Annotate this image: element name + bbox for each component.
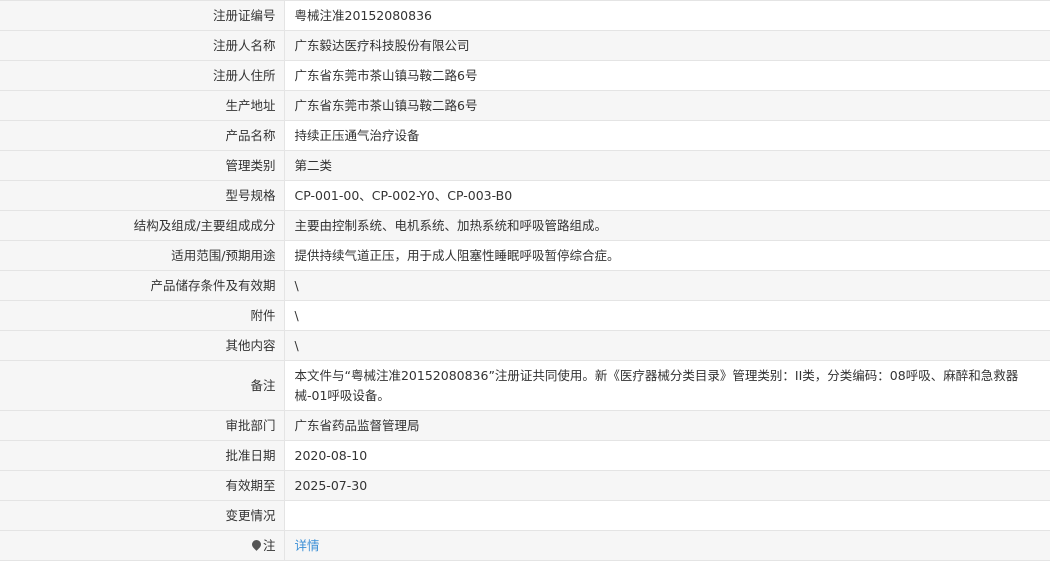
- field-label: 附件: [0, 300, 285, 331]
- row-approval-department: 审批部门 广东省药品监督管理局: [0, 410, 1050, 441]
- row-attachments: 附件 \: [0, 300, 1050, 331]
- field-label: 产品储存条件及有效期: [0, 270, 285, 301]
- field-value: 广东省东莞市茶山镇马鞍二路6号: [284, 90, 1050, 121]
- field-value: [284, 500, 1050, 531]
- field-value: 主要由控制系统、电机系统、加热系统和呼吸管路组成。: [284, 210, 1050, 241]
- row-note: 注 详情: [0, 530, 1050, 561]
- row-storage-conditions: 产品储存条件及有效期 \: [0, 270, 1050, 301]
- field-label: 注册人名称: [0, 30, 285, 61]
- field-value: 提供持续气道正压，用于成人阻塞性睡眠呼吸暂停综合症。: [284, 240, 1050, 271]
- field-value: \: [284, 330, 1050, 361]
- field-label: 适用范围/预期用途: [0, 240, 285, 271]
- field-value: 持续正压通气治疗设备: [284, 120, 1050, 151]
- field-label: 管理类别: [0, 150, 285, 181]
- field-label: 备注: [0, 360, 285, 411]
- field-label: 结构及组成/主要组成成分: [0, 210, 285, 241]
- field-label: 生产地址: [0, 90, 285, 121]
- row-registrant-name: 注册人名称 广东毅达医疗科技股份有限公司: [0, 30, 1050, 61]
- note-label: 注: [262, 537, 276, 553]
- field-label: 注册人住所: [0, 60, 285, 91]
- field-value: 第二类: [284, 150, 1050, 181]
- field-value: 详情: [284, 530, 1050, 561]
- field-label: 变更情况: [0, 500, 285, 531]
- field-value: 2020-08-10: [284, 440, 1050, 471]
- row-model-spec: 型号规格 CP-001-00、CP-002-Y0、CP-003-B0: [0, 180, 1050, 211]
- field-label: 注册证编号: [0, 0, 285, 31]
- field-value: 广东省药品监督管理局: [284, 410, 1050, 441]
- row-registration-number: 注册证编号 粤械注准20152080836: [0, 0, 1050, 31]
- row-change-status: 变更情况: [0, 500, 1050, 531]
- field-value: 广东省东莞市茶山镇马鞍二路6号: [284, 60, 1050, 91]
- field-label: 有效期至: [0, 470, 285, 501]
- row-valid-until: 有效期至 2025-07-30: [0, 470, 1050, 501]
- registration-detail-table: 注册证编号 粤械注准20152080836 注册人名称 广东毅达医疗科技股份有限…: [0, 0, 1050, 561]
- field-label: 其他内容: [0, 330, 285, 361]
- field-value: CP-001-00、CP-002-Y0、CP-003-B0: [284, 180, 1050, 211]
- row-management-category: 管理类别 第二类: [0, 150, 1050, 181]
- row-structure-composition: 结构及组成/主要组成成分 主要由控制系统、电机系统、加热系统和呼吸管路组成。: [0, 210, 1050, 241]
- field-label: 产品名称: [0, 120, 285, 151]
- row-approval-date: 批准日期 2020-08-10: [0, 440, 1050, 471]
- field-value: \: [284, 300, 1050, 331]
- field-label: 型号规格: [0, 180, 285, 211]
- field-value: 本文件与“粤械注准20152080836”注册证共同使用。新《医疗器械分类目录》…: [284, 360, 1050, 411]
- field-value: 粤械注准20152080836: [284, 0, 1050, 31]
- field-value: \: [284, 270, 1050, 301]
- field-label: 注: [0, 530, 285, 561]
- row-product-name: 产品名称 持续正压通气治疗设备: [0, 120, 1050, 151]
- field-label: 批准日期: [0, 440, 285, 471]
- field-value: 2025-07-30: [284, 470, 1050, 501]
- row-other-content: 其他内容 \: [0, 330, 1050, 361]
- field-label: 审批部门: [0, 410, 285, 441]
- row-remarks: 备注 本文件与“粤械注准20152080836”注册证共同使用。新《医疗器械分类…: [0, 360, 1050, 411]
- details-link[interactable]: 详情: [295, 538, 320, 553]
- field-value: 广东毅达医疗科技股份有限公司: [284, 30, 1050, 61]
- row-registrant-address: 注册人住所 广东省东莞市茶山镇马鞍二路6号: [0, 60, 1050, 91]
- row-intended-use: 适用范围/预期用途 提供持续气道正压，用于成人阻塞性睡眠呼吸暂停综合症。: [0, 240, 1050, 271]
- pin-icon: [250, 537, 263, 551]
- row-production-address: 生产地址 广东省东莞市茶山镇马鞍二路6号: [0, 90, 1050, 121]
